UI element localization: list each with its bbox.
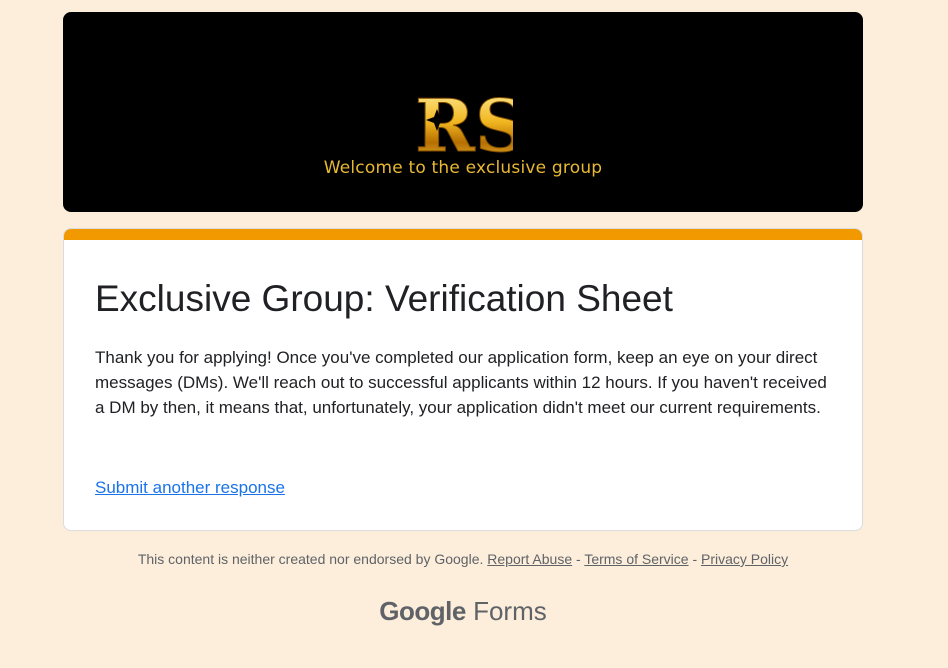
google-wordmark: Google [379,596,466,626]
confirmation-card: Exclusive Group: Verification Sheet Than… [63,228,863,531]
submit-another-response-link[interactable]: Submit another response [95,478,285,498]
confirmation-message: Thank you for applying! Once you've comp… [95,348,827,417]
svg-text:RS: RS [415,87,513,159]
privacy-policy-link[interactable]: Privacy Policy [701,551,788,567]
form-title: Exclusive Group: Verification Sheet [95,278,673,319]
footer-separator: - [692,551,698,567]
google-forms-logo[interactable]: Google Forms [0,596,926,627]
disclaimer-text: This content is neither created nor endo… [137,551,484,567]
banner-tagline: Welcome to the exclusive group [323,158,603,178]
rs-logo-icon: RS [415,87,514,159]
form-response-page: RS Welcome to the exclusive group Exclus… [0,0,948,668]
terms-of-service-link[interactable]: Terms of Service [584,551,688,567]
footer-separator: - [576,551,581,567]
header-banner: RS Welcome to the exclusive group [63,12,863,212]
forms-wordmark: Forms [473,596,547,626]
card-accent-bar [64,229,862,240]
report-abuse-link[interactable]: Report Abuse [487,551,572,567]
footer-disclaimer: This content is neither created nor endo… [0,551,926,567]
